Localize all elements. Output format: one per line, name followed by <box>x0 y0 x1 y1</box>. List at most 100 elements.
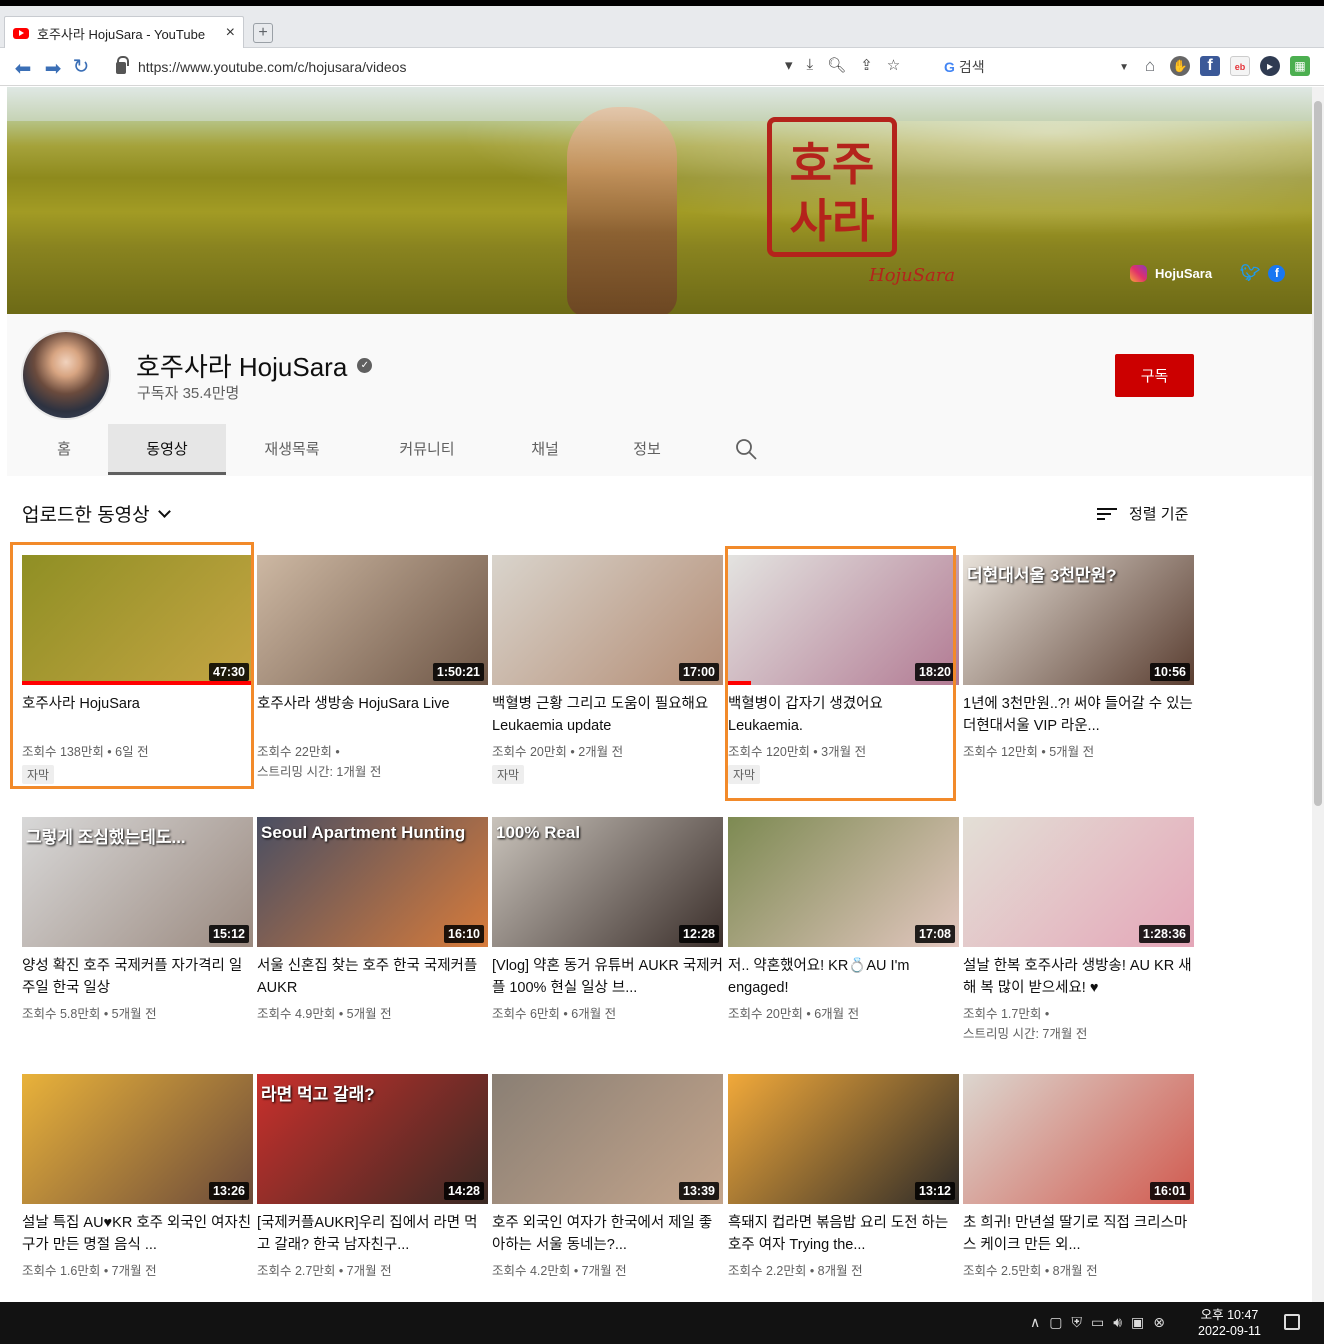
video-title[interactable]: 설날 한복 호주사라 생방송! AU KR 새해 복 많이 받으세요! ♥ <box>963 955 1194 999</box>
facebook-link-icon[interactable]: f <box>1268 264 1286 282</box>
tab-channels[interactable]: 채널 <box>505 424 585 475</box>
video-title[interactable]: 호주사라 HojuSara <box>22 693 253 737</box>
video-title[interactable]: 백혈병이 갑자기 생겼어요 Leukaemia. <box>728 693 959 737</box>
video-thumbnail[interactable]: 그렇게 조심했는데도... 15:12 <box>22 817 253 947</box>
twitter-icon[interactable]: 🐦︎ <box>1240 263 1260 283</box>
dropdown-arrow-icon[interactable]: ▾ <box>785 56 793 74</box>
video-card[interactable]: 17:08 저.. 약혼했어요! KR💍AU I'm engaged! 조회수 20… <box>728 817 959 1024</box>
channel-avatar[interactable] <box>21 330 111 420</box>
channel-search-icon[interactable] <box>735 438 757 460</box>
video-thumbnail[interactable]: 13:39 <box>492 1074 723 1204</box>
tab-videos[interactable]: 동영상 <box>108 424 226 475</box>
video-card[interactable]: 라면 먹고 갈래? 14:28 [국제커플AUKR]우리 집에서 라면 먹고 갈래?… <box>257 1074 488 1281</box>
keyboard-icon[interactable]: ▭ <box>1091 1314 1104 1331</box>
video-card[interactable]: 17:00 백혈병 근황 그리고 도움이 필요해요 Leukaemia updat… <box>492 555 723 784</box>
video-title[interactable]: 백혈병 근황 그리고 도움이 필요해요 Leukaemia update <box>492 693 723 737</box>
network-icon[interactable]: ▣ <box>1131 1314 1144 1331</box>
video-thumbnail[interactable]: 라면 먹고 갈래? 14:28 <box>257 1074 488 1204</box>
video-thumbnail[interactable]: 18:20 <box>728 555 959 685</box>
video-card[interactable]: 100% Real 12:28 [Vlog] 약혼 동거 유튜버 AUKR 국제커플… <box>492 817 723 1024</box>
tab-close-icon[interactable]: × <box>226 24 235 42</box>
video-thumbnail[interactable]: 100% Real 12:28 <box>492 817 723 947</box>
tray-expand-icon[interactable]: ∧ <box>1030 1314 1040 1331</box>
tab-playlists[interactable]: 재생목록 <box>233 424 351 475</box>
video-card[interactable]: Seoul Apartment Hunting 16:10 서울 신혼집 찾는 호주… <box>257 817 488 1024</box>
device-icon[interactable]: ▢ <box>1049 1314 1062 1331</box>
share-icon[interactable]: ⇪ <box>860 56 873 74</box>
video-title[interactable]: 설날 특집 AU♥KR 호주 외국인 여자친구가 만든 명절 음식 ... <box>22 1212 253 1256</box>
extension-icon[interactable]: ▸ <box>1260 56 1280 76</box>
extension-icons: ⌂ ✋ f eb ▸ ▦ <box>1140 56 1310 76</box>
taskbar-clock[interactable]: 오후 10:47 2022-09-11 <box>1198 1307 1261 1339</box>
video-thumbnail[interactable]: 17:08 <box>728 817 959 947</box>
search-input[interactable]: 검색 <box>959 57 985 77</box>
video-views-age: 조회수 5.8만회 • 5개월 전 <box>22 1007 157 1021</box>
video-title[interactable]: 1년에 3천만원..?! 써야 들어갈 수 있는 더현대서울 VIP 라운... <box>963 693 1194 737</box>
video-title[interactable]: 양성 확진 호주 국제커플 자가격리 일주일 한국 일상 <box>22 955 253 999</box>
back-arrow-icon[interactable]: ⬅ <box>8 56 38 81</box>
video-title[interactable]: 흑돼지 컵라면 볶음밥 요리 도전 하는 호주 여자 Trying the... <box>728 1212 959 1256</box>
video-duration: 13:12 <box>915 1182 955 1200</box>
video-title[interactable]: 호주사라 생방송 HojuSara Live <box>257 693 488 737</box>
volume-icon[interactable]: 🔊︎ <box>1113 1314 1122 1331</box>
video-title[interactable]: [국제커플AUKR]우리 집에서 라면 먹고 갈래? 한국 남자친구... <box>257 1212 488 1256</box>
instagram-link[interactable]: HojuSara <box>1155 266 1212 281</box>
video-thumbnail[interactable]: 1:28:36 <box>963 817 1194 947</box>
download-icon[interactable]: ⤓ <box>807 56 814 74</box>
addon-icon[interactable]: ▦ <box>1290 56 1310 76</box>
video-title[interactable]: 초 희귀! 만년설 딸기로 직접 크리스마스 케이크 만든 외... <box>963 1212 1194 1256</box>
facebook-icon[interactable]: f <box>1200 56 1220 76</box>
search-dropdown-icon[interactable]: ▼ <box>1119 62 1129 73</box>
hand-icon[interactable]: ✋ <box>1170 56 1190 76</box>
video-title[interactable]: 저.. 약혼했어요! KR💍AU I'm engaged! <box>728 955 959 999</box>
instagram-icon[interactable] <box>1130 264 1147 282</box>
video-card[interactable]: 그렇게 조심했는데도... 15:12 양성 확진 호주 국제커플 자가격리 일주일… <box>22 817 253 1024</box>
video-views-age: 조회수 6만회 • 6개월 전 <box>492 1007 617 1021</box>
video-thumbnail[interactable]: 1:50:21 <box>257 555 488 685</box>
video-title[interactable]: 호주 외국인 여자가 한국에서 제일 좋아하는 서울 동네는?... <box>492 1212 723 1256</box>
video-card[interactable]: 18:20 백혈병이 갑자기 생겼어요 Leukaemia. 조회수 120만회 •… <box>728 555 959 784</box>
subscribe-button[interactable]: 구독 <box>1115 354 1194 397</box>
video-card[interactable]: 13:26 설날 특집 AU♥KR 호주 외국인 여자친구가 만든 명절 음식 .… <box>22 1074 253 1281</box>
zoom-icon[interactable]: 🔍︎ <box>827 56 846 74</box>
video-card[interactable]: 1:28:36 설날 한복 호주사라 생방송! AU KR 새해 복 많이 받으세… <box>963 817 1194 1044</box>
video-thumbnail[interactable]: Seoul Apartment Hunting 16:10 <box>257 817 488 947</box>
search-box[interactable]: G 검색 ▼ <box>944 56 1129 78</box>
video-thumbnail[interactable]: 17:00 <box>492 555 723 685</box>
bookmark-star-icon[interactable]: ☆ <box>887 56 900 74</box>
video-thumbnail[interactable]: 47:30 <box>22 555 253 685</box>
url-text[interactable]: https://www.youtube.com/c/hojusara/video… <box>138 59 406 75</box>
video-thumbnail[interactable]: 16:01 <box>963 1074 1194 1204</box>
tab-home[interactable]: 홈 <box>19 424 109 475</box>
close-circle-icon[interactable]: ⊗ <box>1153 1314 1165 1331</box>
notification-icon[interactable] <box>1284 1314 1300 1330</box>
browser-tab[interactable]: 호주사라 HojuSara - YouTube × <box>4 16 244 49</box>
video-meta: 조회수 120만회 • 3개월 전 <box>728 742 959 762</box>
video-views-age: 조회수 2.2만회 • 8개월 전 <box>728 1264 863 1278</box>
page-scrollbar[interactable] <box>1312 87 1324 1302</box>
ebay-icon[interactable]: eb <box>1230 56 1250 76</box>
sort-button[interactable]: 정렬 기준 <box>1097 503 1188 524</box>
uploads-dropdown[interactable]: 업로드한 동영상 <box>22 500 171 527</box>
new-tab-button[interactable]: + <box>253 23 273 43</box>
video-duration: 10:56 <box>1150 663 1190 681</box>
security-icon[interactable]: ⛨ <box>1071 1314 1082 1331</box>
video-card[interactable]: 1:50:21 호주사라 생방송 HojuSara Live 조회수 22만회 • 스… <box>257 555 488 782</box>
video-thumbnail[interactable]: 13:12 <box>728 1074 959 1204</box>
home-icon[interactable]: ⌂ <box>1140 56 1160 76</box>
video-title[interactable]: [Vlog] 약혼 동거 유튜버 AUKR 국제커플 100% 현실 일상 브.… <box>492 955 723 999</box>
video-thumbnail[interactable]: 더현대서울 3천만원? 10:56 <box>963 555 1194 685</box>
video-card[interactable]: 47:30 호주사라 HojuSara 조회수 138만회 • 6일 전 자막 <box>22 555 253 784</box>
video-title[interactable]: 서울 신혼집 찾는 호주 한국 국제커플 AUKR <box>257 955 488 999</box>
tab-about[interactable]: 정보 <box>607 424 687 475</box>
address-bar[interactable]: https://www.youtube.com/c/hojusara/video… <box>108 54 828 80</box>
video-card[interactable]: 16:01 초 희귀! 만년설 딸기로 직접 크리스마스 케이크 만든 외... 조… <box>963 1074 1194 1281</box>
video-thumbnail[interactable]: 13:26 <box>22 1074 253 1204</box>
scrollbar-thumb[interactable] <box>1314 101 1322 806</box>
reload-icon[interactable]: ↻ <box>66 54 96 79</box>
video-card[interactable]: 13:12 흑돼지 컵라면 볶음밥 요리 도전 하는 호주 여자 Trying t… <box>728 1074 959 1281</box>
video-card[interactable]: 13:39 호주 외국인 여자가 한국에서 제일 좋아하는 서울 동네는?... 조… <box>492 1074 723 1281</box>
tab-community[interactable]: 커뮤니티 <box>367 424 487 475</box>
forward-arrow-icon[interactable]: ➡ <box>38 56 68 81</box>
video-card[interactable]: 더현대서울 3천만원? 10:56 1년에 3천만원..?! 써야 들어갈 수 있는… <box>963 555 1194 762</box>
